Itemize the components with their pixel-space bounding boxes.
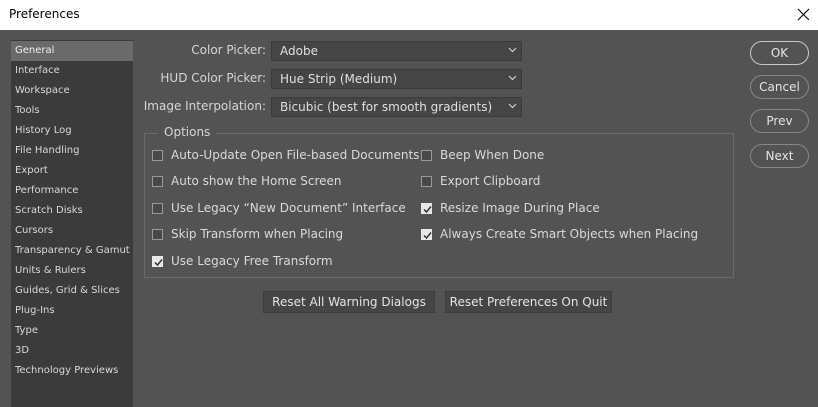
prev-button[interactable]: Prev: [750, 109, 809, 133]
sidebar-item-guides-grid-slices[interactable]: Guides, Grid & Slices: [11, 281, 133, 301]
image-interpolation-value: Bicubic (best for smooth gradients): [280, 100, 493, 114]
cancel-button[interactable]: Cancel: [750, 75, 809, 99]
image-interpolation-select[interactable]: Bicubic (best for smooth gradients): [271, 97, 522, 117]
close-icon: [797, 8, 810, 21]
sidebar-item-3d[interactable]: 3D: [11, 341, 133, 361]
sidebar-item-performance[interactable]: Performance: [11, 181, 133, 201]
checkmark-icon: [423, 206, 432, 214]
checkbox-box-checked[interactable]: [421, 229, 432, 240]
sidebar-item-cursors[interactable]: Cursors: [11, 221, 133, 241]
checkbox-box[interactable]: [152, 176, 163, 187]
sidebar-item-type[interactable]: Type: [11, 321, 133, 341]
chevron-down-icon: [508, 103, 517, 109]
checkbox-box[interactable]: [152, 203, 163, 214]
reset-preferences-on-quit-button[interactable]: Reset Preferences On Quit: [445, 291, 612, 313]
checkbox-label: Always Create Smart Objects when Placing: [440, 227, 699, 241]
hud-color-picker-value: Hue Strip (Medium): [280, 72, 398, 86]
checkbox-box[interactable]: [421, 176, 432, 187]
checkbox-label: Resize Image During Place: [440, 201, 600, 215]
sidebar-item-technology-previews[interactable]: Technology Previews: [11, 361, 133, 381]
checkbox-box[interactable]: [152, 150, 163, 161]
chevron-down-icon: [508, 47, 517, 53]
hud-color-picker-select[interactable]: Hue Strip (Medium): [271, 69, 522, 89]
checkbox-box-checked[interactable]: [421, 203, 432, 214]
checkbox-label: Auto show the Home Screen: [171, 174, 342, 188]
sidebar-item-units-rulers[interactable]: Units & Rulers: [11, 261, 133, 281]
checkbox-box[interactable]: [152, 229, 163, 240]
checkbox-label: Use Legacy “New Document” Interface: [171, 201, 406, 215]
sidebar-item-transparency-gamut[interactable]: Transparency & Gamut: [11, 241, 133, 261]
checkmark-icon: [423, 232, 432, 240]
checkmark-icon: [154, 259, 163, 267]
sidebar-item-plug-ins[interactable]: Plug-Ins: [11, 301, 133, 321]
sidebar-item-history-log[interactable]: History Log: [11, 121, 133, 141]
checkbox-label: Use Legacy Free Transform: [171, 254, 333, 268]
next-button[interactable]: Next: [750, 144, 809, 168]
title-bar: Preferences: [0, 0, 818, 30]
checkbox-label: Beep When Done: [440, 148, 545, 162]
color-picker-value: Adobe: [280, 44, 318, 58]
color-picker-select[interactable]: Adobe: [271, 41, 522, 61]
sidebar-item-tools[interactable]: Tools: [11, 101, 133, 121]
sidebar-item-general[interactable]: General: [11, 41, 133, 61]
close-button[interactable]: [788, 0, 818, 30]
window-title: Preferences: [9, 7, 80, 21]
sidebar-item-interface[interactable]: Interface: [11, 61, 133, 81]
hud-color-picker-label: HUD Color Picker:: [160, 71, 266, 85]
checkbox-label: Auto-Update Open File-based Documents: [171, 148, 420, 162]
ok-button[interactable]: OK: [750, 41, 809, 65]
sidebar-item-scratch-disks[interactable]: Scratch Disks: [11, 201, 133, 221]
chevron-down-icon: [508, 75, 517, 81]
options-legend: Options: [158, 125, 217, 139]
preferences-sidebar: General Interface Workspace Tools Histor…: [11, 40, 133, 407]
checkbox-label: Export Clipboard: [440, 174, 541, 188]
checkbox-label: Skip Transform when Placing: [171, 227, 344, 241]
sidebar-item-export[interactable]: Export: [11, 161, 133, 181]
reset-warning-dialogs-button[interactable]: Reset All Warning Dialogs: [263, 291, 435, 313]
sidebar-item-workspace[interactable]: Workspace: [11, 81, 133, 101]
image-interpolation-label: Image Interpolation:: [143, 99, 266, 113]
sidebar-item-file-handling[interactable]: File Handling: [11, 141, 133, 161]
checkbox-box[interactable]: [421, 150, 432, 161]
color-picker-label: Color Picker:: [191, 43, 266, 57]
checkbox-box-checked[interactable]: [152, 256, 163, 267]
